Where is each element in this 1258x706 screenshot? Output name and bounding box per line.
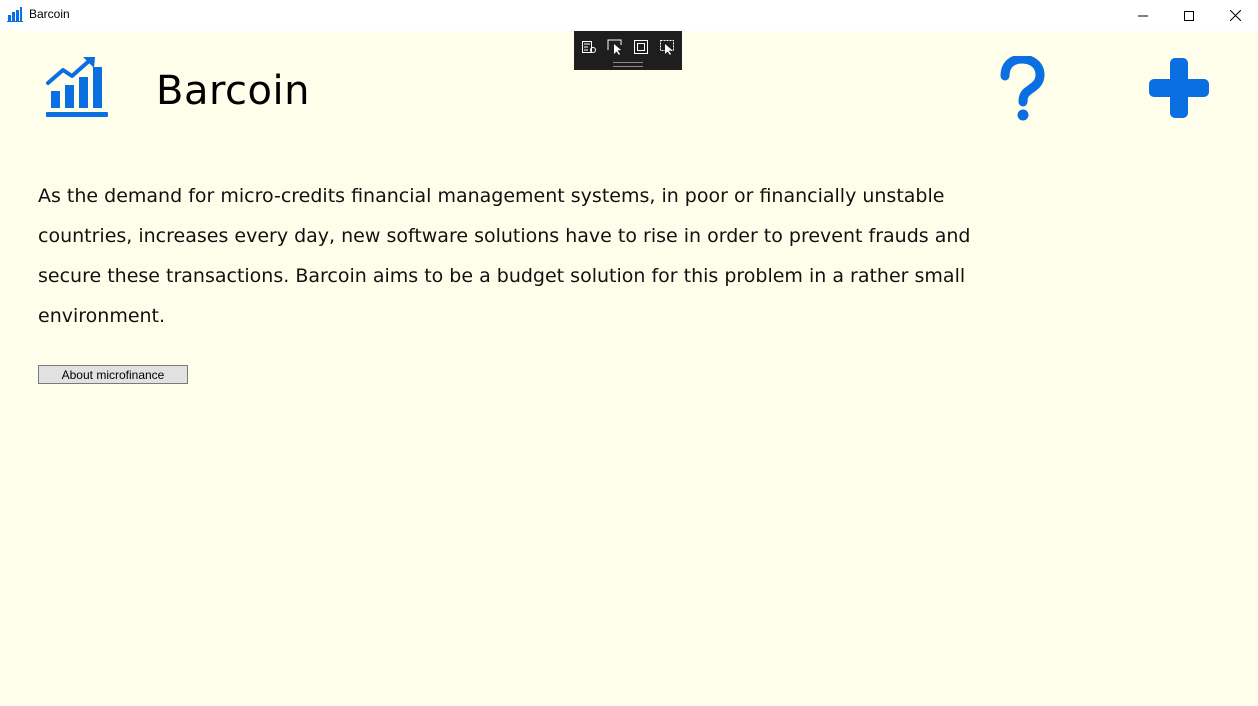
minimize-button[interactable] [1120,0,1166,31]
window-title: Barcoin [29,7,70,21]
about-microfinance-button[interactable]: About microfinance [38,365,188,384]
app-icon [7,7,23,22]
track-focused-element-icon [660,40,674,55]
select-element-button[interactable] [606,38,624,56]
track-focused-element-button[interactable] [658,38,676,56]
live-visual-tree-icon [582,41,596,53]
debug-toolbar [574,31,682,70]
minimize-icon [1138,15,1148,16]
live-visual-tree-button[interactable] [580,38,598,56]
maximize-icon [1184,10,1194,21]
window-title-bar: Barcoin [0,0,1258,31]
select-element-icon [607,39,622,55]
add-button[interactable] [1147,56,1211,120]
page-title: Barcoin [156,68,310,114]
description-text: As the demand for micro-credits financia… [38,185,971,327]
plus-icon [1149,58,1209,118]
bar-chart-trend-icon [46,57,108,117]
toolbar-grip[interactable] [613,62,643,67]
display-layout-adorners-button[interactable] [632,38,650,56]
close-button[interactable] [1212,0,1258,31]
question-mark-icon [1000,54,1045,121]
display-layout-adorners-icon [634,40,648,54]
close-icon [1229,10,1241,21]
help-button[interactable] [996,54,1048,122]
maximize-button[interactable] [1166,0,1212,31]
